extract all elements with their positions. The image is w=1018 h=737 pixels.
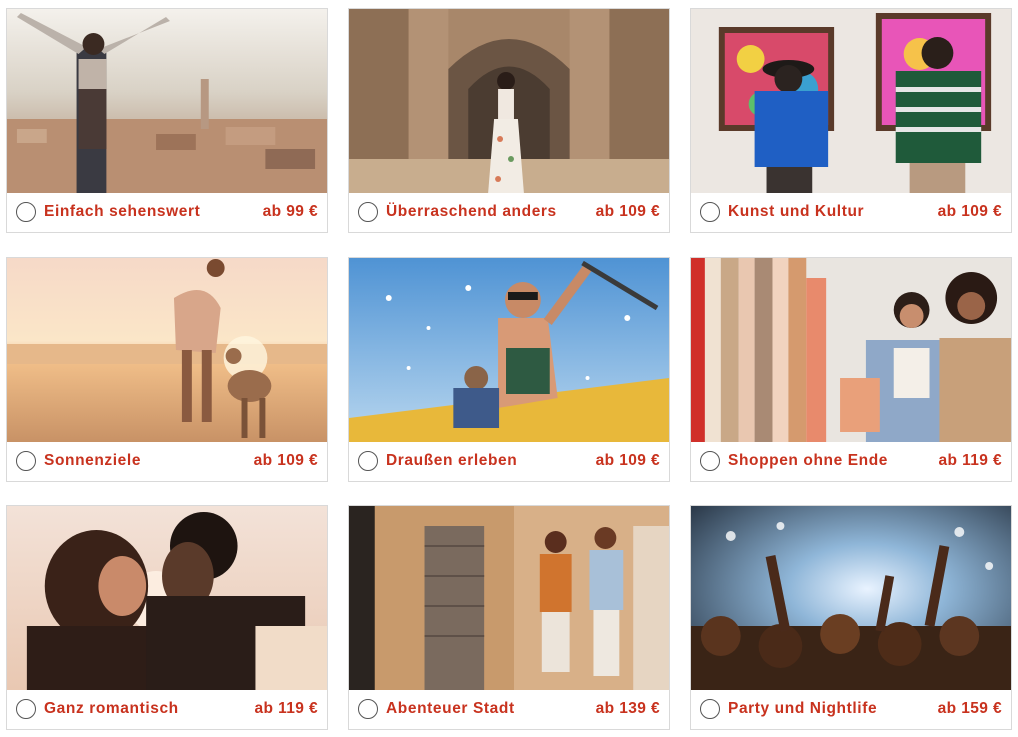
theme-card-draussen-erleben[interactable]: Draußen erleben ab 109 €	[348, 257, 670, 482]
radio-button[interactable]	[700, 451, 720, 471]
theme-price: ab 159 €	[937, 700, 1002, 717]
travel-theme-grid: Einfach sehenswert ab 99 € Überraschend …	[0, 0, 1018, 737]
theme-card-abenteuer-stadt[interactable]: Abenteuer Stadt ab 139 €	[348, 505, 670, 730]
city-street-photo	[349, 506, 669, 690]
theme-card-ganz-romantisch[interactable]: Ganz romantisch ab 119 €	[6, 505, 328, 730]
theme-label: Kunst und Kultur	[728, 203, 865, 220]
radio-button[interactable]	[358, 699, 378, 719]
rafting-photo	[349, 258, 669, 442]
radio-button[interactable]	[16, 451, 36, 471]
radio-button[interactable]	[16, 699, 36, 719]
theme-price: ab 109 €	[937, 203, 1002, 220]
theme-label: Draußen erleben	[386, 452, 518, 469]
theme-price: ab 119 €	[254, 700, 318, 717]
radio-button[interactable]	[358, 451, 378, 471]
theme-label: Ganz romantisch	[44, 700, 179, 717]
radio-button[interactable]	[700, 202, 720, 222]
theme-card-party-und-nightlife[interactable]: Party und Nightlife ab 159 €	[690, 505, 1012, 730]
beach-sunset-photo	[7, 258, 327, 442]
theme-label: Sonnenziele	[44, 452, 142, 469]
theme-price: ab 109 €	[595, 452, 660, 469]
shopping-photo	[691, 258, 1011, 442]
theme-price: ab 119 €	[938, 452, 1002, 469]
theme-label: Einfach sehenswert	[44, 203, 201, 220]
city-panorama-photo	[7, 9, 327, 193]
theme-card-sonnenziele[interactable]: Sonnenziele ab 109 €	[6, 257, 328, 482]
radio-button[interactable]	[358, 202, 378, 222]
art-gallery-photo	[691, 9, 1011, 193]
couple-kiss-photo	[7, 506, 327, 690]
theme-price: ab 109 €	[595, 203, 660, 220]
concert-crowd-photo	[691, 506, 1011, 690]
theme-card-kunst-und-kultur[interactable]: Kunst und Kultur ab 109 €	[690, 8, 1012, 233]
theme-price: ab 99 €	[262, 203, 318, 220]
theme-label: Überraschend anders	[386, 203, 557, 220]
theme-label: Shoppen ohne Ende	[728, 452, 889, 469]
theme-price: ab 139 €	[595, 700, 660, 717]
theme-card-shoppen-ohne-ende[interactable]: Shoppen ohne Ende ab 119 €	[690, 257, 1012, 482]
theme-price: ab 109 €	[253, 452, 318, 469]
theme-card-einfach-sehenswert[interactable]: Einfach sehenswert ab 99 €	[6, 8, 328, 233]
theme-label: Abenteuer Stadt	[386, 700, 515, 717]
ancient-hall-photo	[349, 9, 669, 193]
theme-card-ueberraschend-anders[interactable]: Überraschend anders ab 109 €	[348, 8, 670, 233]
radio-button[interactable]	[16, 202, 36, 222]
radio-button[interactable]	[700, 699, 720, 719]
theme-label: Party und Nightlife	[728, 700, 878, 717]
